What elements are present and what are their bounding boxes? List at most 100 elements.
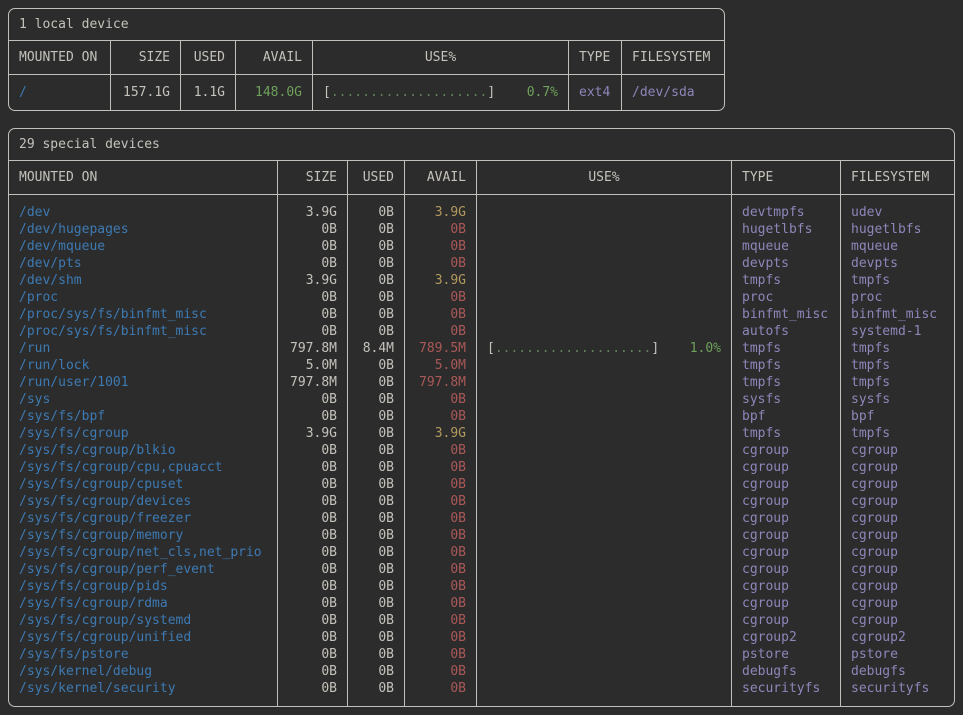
cell-filesystem: cgroup — [841, 510, 954, 527]
cell-filesystem: cgroup — [841, 493, 954, 510]
cell-used: 0B — [348, 204, 404, 221]
cell-size: 0B — [278, 459, 347, 476]
cell-avail: 0B — [405, 629, 476, 646]
cell-use — [477, 374, 731, 391]
column-use: [....................]0.7% — [313, 75, 569, 110]
cell-used: 0B — [348, 374, 404, 391]
cell-use — [477, 544, 731, 561]
cell-use — [477, 663, 731, 680]
cell-filesystem: tmpfs — [841, 374, 954, 391]
cell-filesystem: mqueue — [841, 238, 954, 255]
usage-percent: 0.7% — [527, 84, 558, 101]
cell-avail: 0B — [405, 442, 476, 459]
cell-size: 5.0M — [278, 357, 347, 374]
cell-type: cgroup — [732, 578, 840, 595]
cell-size: 0B — [278, 408, 347, 425]
column-header-type: TYPE — [569, 41, 622, 74]
cell-filesystem: securityfs — [841, 680, 954, 697]
cell-use — [477, 289, 731, 306]
cell-used: 0B — [348, 629, 404, 646]
cell-mounted_on: /dev — [9, 204, 277, 221]
cell-use — [477, 238, 731, 255]
cell-size: 0B — [278, 289, 347, 306]
cell-type: securityfs — [732, 680, 840, 697]
column-mounted_on: /dev/dev/hugepages/dev/mqueue/dev/pts/de… — [9, 195, 278, 706]
cell-mounted_on: /run — [9, 340, 277, 357]
cell-mounted_on: /sys/fs/cgroup — [9, 425, 277, 442]
cell-avail: 0B — [405, 238, 476, 255]
cell-filesystem: cgroup2 — [841, 629, 954, 646]
cell-use — [477, 527, 731, 544]
cell-used: 0B — [348, 391, 404, 408]
cell-mounted_on: /sys/kernel/security — [9, 680, 277, 697]
cell-used: 0B — [348, 442, 404, 459]
cell-mounted_on: /proc — [9, 289, 277, 306]
cell-avail: 0B — [405, 459, 476, 476]
cell-filesystem: tmpfs — [841, 357, 954, 374]
cell-type: autofs — [732, 323, 840, 340]
cell-mounted_on: /sys/fs/cgroup/perf_event — [9, 561, 277, 578]
cell-use — [477, 561, 731, 578]
cell-use — [477, 255, 731, 272]
cell-mounted_on: /sys/fs/cgroup/systemd — [9, 612, 277, 629]
cell-type: tmpfs — [732, 357, 840, 374]
cell-size: 0B — [278, 255, 347, 272]
cell-avail: 0B — [405, 510, 476, 527]
column-header-size: SIZE — [111, 41, 181, 74]
cell-avail: 3.9G — [405, 425, 476, 442]
cell-type: binfmt_misc — [732, 306, 840, 323]
cell-size: 0B — [278, 323, 347, 340]
cell-used: 0B — [348, 510, 404, 527]
cell-mounted_on: /sys/kernel/debug — [9, 663, 277, 680]
cell-filesystem: devpts — [841, 255, 954, 272]
cell-avail: 789.5M — [405, 340, 476, 357]
cell-type: sysfs — [732, 391, 840, 408]
cell-size: 0B — [278, 442, 347, 459]
cell-filesystem: tmpfs — [841, 425, 954, 442]
column-header-used: USED — [348, 161, 405, 194]
column-header-mounted_on: MOUNTED ON — [9, 161, 278, 194]
cell-avail: 0B — [405, 408, 476, 425]
cell-avail: 0B — [405, 306, 476, 323]
cell-mounted_on: /run/lock — [9, 357, 277, 374]
cell-use: [....................]1.0% — [477, 340, 731, 357]
cell-filesystem: debugfs — [841, 663, 954, 680]
cell-mounted_on: /sys/fs/cgroup/memory — [9, 527, 277, 544]
cell-use — [477, 578, 731, 595]
cell-used: 0B — [348, 238, 404, 255]
cell-size: 0B — [278, 612, 347, 629]
cell-type: cgroup — [732, 459, 840, 476]
cell-mounted_on: /sys/fs/cgroup/cpuset — [9, 476, 277, 493]
cell-used: 1.1G — [181, 84, 235, 101]
cell-filesystem: cgroup — [841, 612, 954, 629]
cell-use — [477, 408, 731, 425]
column-header-avail: AVAIL — [236, 41, 313, 74]
cell-filesystem: /dev/sda — [622, 84, 724, 101]
cell-used: 0B — [348, 544, 404, 561]
cell-type: cgroup — [732, 493, 840, 510]
cell-avail: 0B — [405, 255, 476, 272]
cell-mounted_on: /run/user/1001 — [9, 374, 277, 391]
cell-size: 0B — [278, 544, 347, 561]
column-use: [....................]1.0% — [477, 195, 732, 706]
cell-avail: 5.0M — [405, 357, 476, 374]
cell-avail: 0B — [405, 663, 476, 680]
cell-used: 0B — [348, 612, 404, 629]
cell-use — [477, 323, 731, 340]
cell-use — [477, 357, 731, 374]
cell-mounted_on: /sys/fs/cgroup/freezer — [9, 510, 277, 527]
column-used: 0B0B0B0B0B0B0B0B8.4M0B0B0B0B0B0B0B0B0B0B… — [348, 195, 405, 706]
column-header-use: USE% — [477, 161, 732, 194]
special-devices-table: 29 special devices MOUNTED ONSIZEUSEDAVA… — [8, 128, 955, 707]
cell-mounted_on: /dev/mqueue — [9, 238, 277, 255]
column-size: 157.1G — [111, 75, 181, 110]
cell-use — [477, 510, 731, 527]
cell-used: 0B — [348, 272, 404, 289]
cell-use — [477, 204, 731, 221]
cell-size: 0B — [278, 578, 347, 595]
column-header-use: USE% — [313, 41, 569, 74]
cell-used: 0B — [348, 680, 404, 697]
cell-filesystem: cgroup — [841, 442, 954, 459]
cell-used: 0B — [348, 425, 404, 442]
cell-size: 0B — [278, 391, 347, 408]
